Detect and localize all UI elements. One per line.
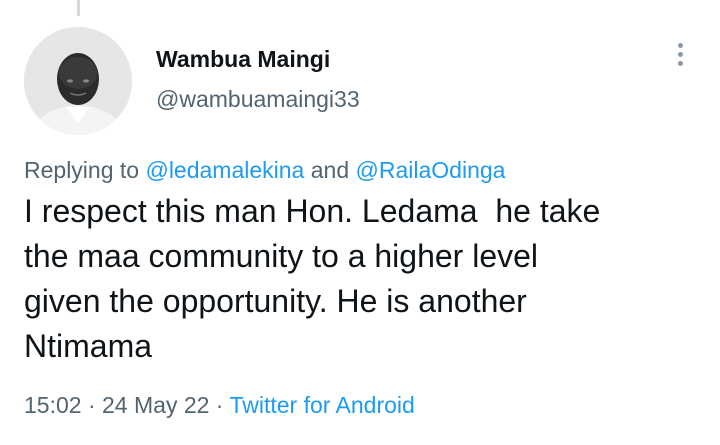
dot xyxy=(677,61,683,66)
meta-separator: · xyxy=(209,392,230,418)
replying-to-line: Replying to @ledamalekina and @RailaOdin… xyxy=(24,157,505,184)
meta-separator: · xyxy=(81,392,103,418)
tweet-text-line: Ntimama xyxy=(24,328,153,364)
tweet-time[interactable]: 15:02 xyxy=(24,392,82,418)
author-display-name[interactable]: Wambua Maingi xyxy=(156,46,330,73)
tweet-source-link[interactable]: Twitter for Android xyxy=(229,392,414,418)
dot xyxy=(677,43,683,48)
thread-connector-line xyxy=(77,0,80,16)
tweet-text-line: I respect this man Hon. Ledama he take xyxy=(24,193,601,229)
avatar-photo xyxy=(24,27,132,135)
avatar[interactable] xyxy=(24,27,132,135)
tweet-text: I respect this man Hon. Ledama he take t… xyxy=(24,189,694,369)
reply-mention-railaodinga[interactable]: @RailaOdinga xyxy=(356,157,506,183)
author-handle[interactable]: @wambuamaingi33 xyxy=(156,86,360,113)
tweet-metadata: 15:02 · 24 May 22 · Twitter for Android xyxy=(24,392,415,419)
more-options-icon[interactable] xyxy=(670,43,690,73)
replying-to-conjunction: and xyxy=(304,157,356,183)
replying-to-prefix: Replying to xyxy=(24,157,146,183)
tweet-text-line: given the opportunity. He is another xyxy=(24,283,527,319)
tweet-date[interactable]: 24 May 22 xyxy=(102,392,209,418)
tweet-text-line: the maa community to a higher level xyxy=(24,238,539,274)
dot xyxy=(677,52,683,57)
reply-mention-ledamalekina[interactable]: @ledamalekina xyxy=(145,157,304,183)
